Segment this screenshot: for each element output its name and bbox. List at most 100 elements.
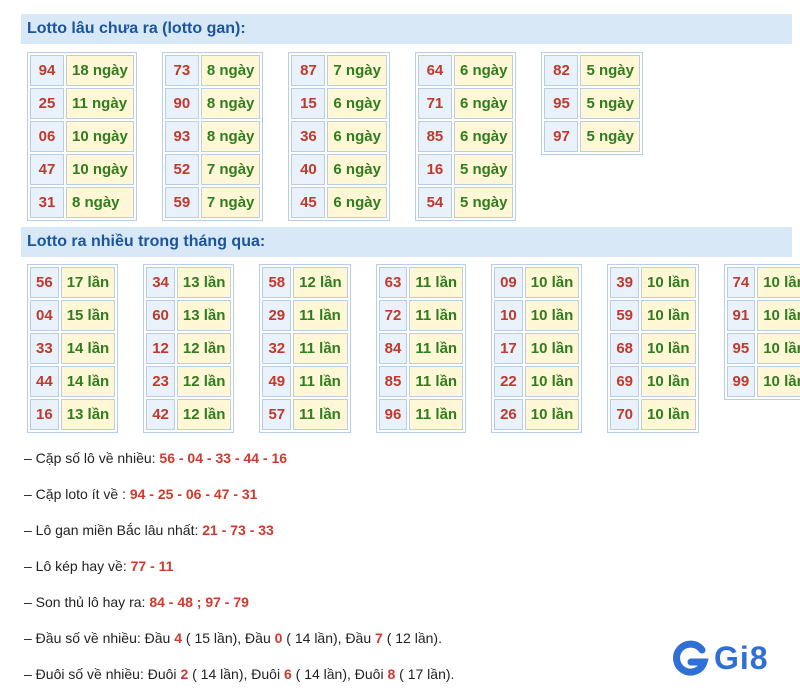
nhieu-table: 7410 lần9110 lần9510 lần9910 lần bbox=[723, 264, 800, 400]
lotto-number: 97 bbox=[544, 121, 579, 152]
lotto-count: 8 ngày bbox=[66, 187, 134, 218]
lotto-number: 17 bbox=[494, 333, 523, 364]
stat-line: – Cặp số lô về nhiều: 56 - 04 - 33 - 44 … bbox=[24, 448, 454, 484]
lotto-count: 11 lần bbox=[293, 300, 348, 331]
gan-table: 87 7 ngày 15 6 ngày 36 6 ngày 40 6 ngày 45 6 ngày bbox=[288, 52, 390, 221]
lotto-count: 6 ngày bbox=[453, 121, 514, 152]
lotto-number: 12 bbox=[146, 333, 175, 364]
table-row: 63 11 lần bbox=[378, 267, 464, 298]
table-row: 34 13 lần bbox=[146, 267, 232, 298]
lotto-number: 84 bbox=[378, 333, 408, 364]
lotto-count: 7 ngày bbox=[200, 154, 261, 185]
lotto-number: 06 bbox=[30, 121, 64, 152]
stat-text: ( 14 lần), Đuôi bbox=[188, 666, 284, 682]
lotto-count: 5 ngày bbox=[580, 55, 640, 86]
lotto-number: 64 bbox=[417, 55, 452, 86]
lotto-count: 10 lần bbox=[524, 399, 580, 430]
table-row: 90 8 ngày bbox=[164, 88, 261, 119]
table-row: 59 7 ngày bbox=[164, 187, 261, 218]
lotto-number: 42 bbox=[146, 399, 175, 430]
stat-label: – Cặp số lô về nhiều: bbox=[24, 450, 160, 466]
lotto-number: 69 bbox=[610, 366, 639, 397]
lotto-count: 14 lần bbox=[60, 366, 116, 397]
lotto-number: 91 bbox=[726, 300, 756, 331]
table-row: 9910 lần bbox=[726, 366, 800, 397]
logo-text: Gi8 bbox=[714, 639, 769, 676]
lotto-number: 47 bbox=[30, 154, 64, 185]
lotto-count: 10 lần bbox=[757, 267, 800, 298]
lotto-number: 34 bbox=[146, 267, 175, 298]
stat-value: 4 bbox=[174, 630, 183, 646]
lotto-number: 94 bbox=[30, 55, 64, 86]
lotto-number: 90 bbox=[164, 88, 199, 119]
table-row: 59 10 lần bbox=[610, 300, 696, 331]
g-logo-icon bbox=[673, 640, 709, 676]
stat-label: – Lô kép hay về: bbox=[24, 558, 131, 574]
table-row: 57 11 lần bbox=[262, 399, 348, 430]
nhieu-section-title: Lotto ra nhiều trong tháng qua: bbox=[21, 227, 792, 257]
lotto-number: 49 bbox=[262, 366, 292, 397]
gi8-logo: Gi8 bbox=[670, 638, 769, 678]
lotto-number: 82 bbox=[544, 55, 579, 86]
gan-section-title: Lotto lâu chưa ra (lotto gan): bbox=[21, 14, 792, 44]
lotto-count: 11 lần bbox=[409, 267, 464, 298]
lotto-number: 40 bbox=[291, 154, 326, 185]
lotto-count: 15 lần bbox=[60, 300, 116, 331]
lotto-count: 10 ngày bbox=[66, 154, 134, 185]
nhieu-groups: 56 17 lần 04 15 lần 33 14 lần 44 14 lần 16 13 lần… bbox=[27, 264, 800, 433]
lotto-number: 39 bbox=[610, 267, 639, 298]
table-row: 49 11 lần bbox=[262, 366, 348, 397]
gan-table: 94 18 ngày 25 11 ngày 06 10 ngày 47 10 ngày 31 8 … bbox=[27, 52, 137, 221]
lotto-count: 12 lần bbox=[293, 267, 348, 298]
lotto-number: 70 bbox=[610, 399, 639, 430]
lotto-count: 12 lần bbox=[176, 366, 232, 397]
lotto-number: 71 bbox=[417, 88, 452, 119]
stat-text: ( 15 lần), Đầu bbox=[182, 630, 275, 646]
lotto-count: 11 lần bbox=[293, 333, 348, 364]
nhieu-table: 09 10 lần 10 10 lần 17 10 lần 22 10 lần 26 10 lần bbox=[491, 264, 583, 433]
table-row: 7410 lần bbox=[726, 267, 800, 298]
table-row: 95 5 ngày bbox=[544, 88, 640, 119]
table-row: 71 6 ngày bbox=[417, 88, 514, 119]
lotto-number: 33 bbox=[30, 333, 59, 364]
lotto-count: 10 lần bbox=[524, 366, 580, 397]
stat-label: – Lô gan miền Bắc lâu nhất: bbox=[24, 522, 203, 538]
table-row: 45 6 ngày bbox=[291, 187, 387, 218]
table-row: 17 10 lần bbox=[494, 333, 580, 364]
table-row: 93 8 ngày bbox=[164, 121, 261, 152]
table-row: 25 11 ngày bbox=[30, 88, 134, 119]
lotto-number: 44 bbox=[30, 366, 59, 397]
table-row: 64 6 ngày bbox=[417, 55, 514, 86]
lotto-count: 10 lần bbox=[641, 267, 696, 298]
lotto-count: 10 lần bbox=[757, 366, 800, 397]
lotto-number: 31 bbox=[30, 187, 64, 218]
lotto-count: 10 ngày bbox=[66, 121, 134, 152]
table-row: 73 8 ngày bbox=[164, 55, 261, 86]
lotto-number: 25 bbox=[30, 88, 64, 119]
lotto-count: 10 lần bbox=[641, 399, 696, 430]
table-row: 29 11 lần bbox=[262, 300, 348, 331]
table-row: 15 6 ngày bbox=[291, 88, 387, 119]
lotto-count: 11 lần bbox=[293, 399, 348, 430]
stat-value: 77 - 11 bbox=[130, 558, 174, 574]
nhieu-table: 63 11 lần 72 11 lần 84 11 lần 85 11 lần 96 11 lần bbox=[375, 264, 467, 433]
table-row: 58 12 lần bbox=[262, 267, 348, 298]
lotto-count: 6 ngày bbox=[327, 121, 387, 152]
table-row: 26 10 lần bbox=[494, 399, 580, 430]
lotto-number: 60 bbox=[146, 300, 175, 331]
table-row: 44 14 lần bbox=[30, 366, 116, 397]
stat-value: 84 - 48 ; 97 - 79 bbox=[149, 594, 249, 610]
table-row: 85 11 lần bbox=[378, 366, 464, 397]
lotto-number: 59 bbox=[610, 300, 639, 331]
gan-table: 82 5 ngày 95 5 ngày 97 5 ngày bbox=[541, 52, 643, 155]
lotto-number: 54 bbox=[417, 187, 452, 218]
table-row: 84 11 lần bbox=[378, 333, 464, 364]
lotto-count: 12 lần bbox=[176, 399, 232, 430]
lotto-count: 6 ngày bbox=[327, 187, 387, 218]
table-row: 97 5 ngày bbox=[544, 121, 640, 152]
lotto-number: 29 bbox=[262, 300, 292, 331]
table-row: 40 6 ngày bbox=[291, 154, 387, 185]
table-row: 32 11 lần bbox=[262, 333, 348, 364]
lotto-number: 68 bbox=[610, 333, 639, 364]
lotto-number: 22 bbox=[494, 366, 523, 397]
